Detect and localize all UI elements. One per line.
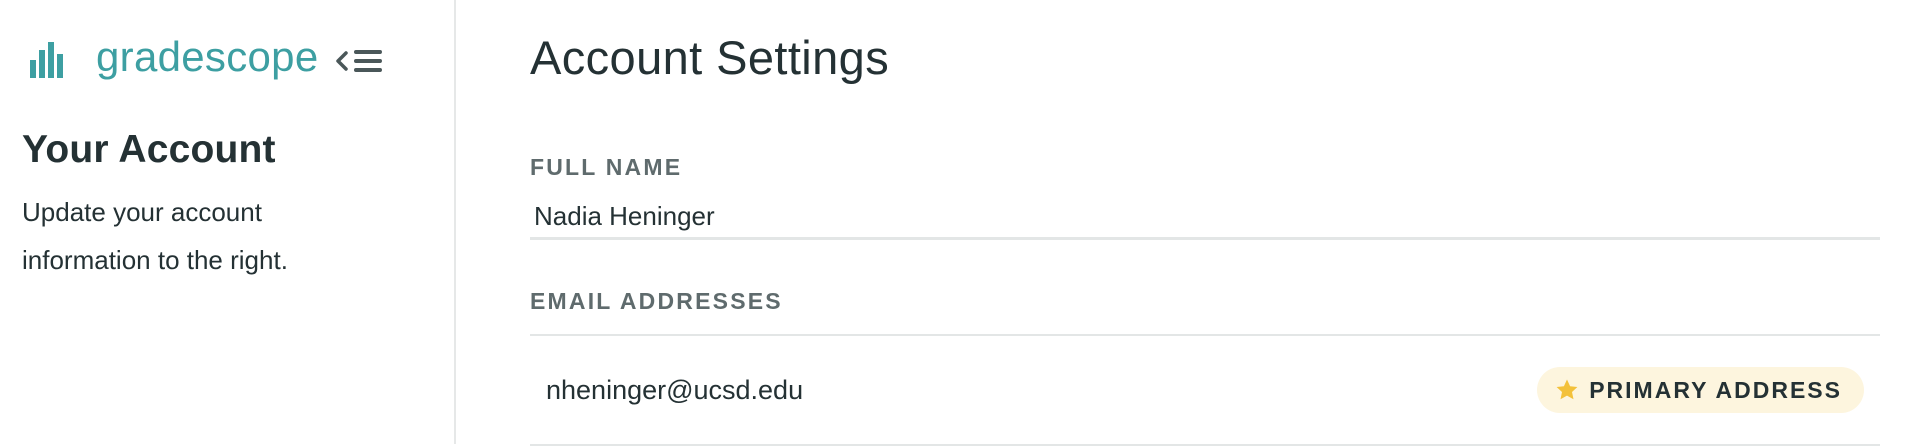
sidebar: gradescope Your Account Update your acco… [0,0,456,444]
email-addresses-label: EMAIL ADDRESSES [530,288,783,314]
email-address: nheninger@ucsd.edu [546,374,804,405]
email-list: nheninger@ucsd.edu PRIMARY ADDRESS [530,334,1880,446]
brand[interactable]: gradescope [30,30,319,90]
full-name-input[interactable] [530,196,1880,240]
sidebar-heading: Your Account [22,128,276,171]
full-name-label: FULL NAME [530,154,683,180]
gradescope-logo-icon [30,42,63,78]
sidebar-description: Update your account information to the r… [22,197,288,275]
page-title: Account Settings [530,31,890,84]
collapse-sidebar-button[interactable] [334,45,386,77]
star-icon [1556,379,1578,400]
brand-name: gradescope [96,33,319,80]
main-content: Account Settings FULL NAME EMAIL ADDRESS… [458,0,1920,446]
collapse-menu-icon [336,50,382,72]
primary-address-label: PRIMARY ADDRESS [1589,376,1842,403]
email-row: nheninger@ucsd.edu PRIMARY ADDRESS [530,336,1880,446]
primary-address-badge: PRIMARY ADDRESS [1537,367,1864,413]
